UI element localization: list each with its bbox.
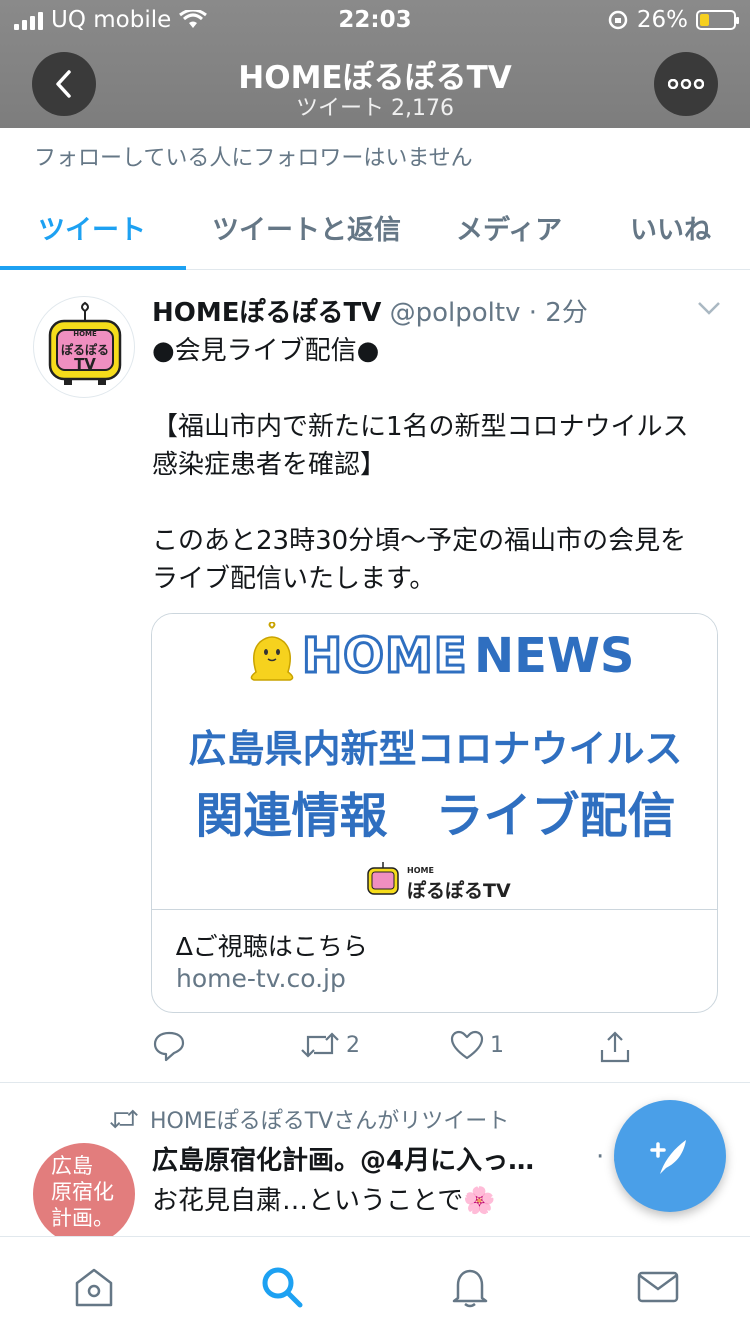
card-brand-left: HOME xyxy=(301,627,469,686)
follower-note: フォローしている人にフォロワーはいません xyxy=(34,146,473,171)
link-card[interactable]: HOME NEWS 広島県内新型コロナウイルス 関連情報 ライブ配信 HOME … xyxy=(151,613,718,1013)
like-button[interactable]: 1 xyxy=(450,1030,504,1060)
tweet-actions: 2 1 xyxy=(152,1030,712,1066)
reply-button[interactable] xyxy=(152,1030,186,1062)
like-icon xyxy=(450,1030,484,1060)
share-button[interactable] xyxy=(598,1030,632,1064)
tweet-time: 2分 xyxy=(545,298,588,328)
retweet-icon xyxy=(301,1032,339,1058)
orientation-lock-icon xyxy=(608,10,628,30)
retweet-small-icon xyxy=(110,1109,138,1129)
meta-separator: · xyxy=(520,298,546,328)
nav-messages[interactable] xyxy=(636,1265,680,1309)
compose-button[interactable] xyxy=(614,1100,726,1212)
search-icon xyxy=(262,1267,303,1308)
retweet-button[interactable]: 2 xyxy=(300,1030,360,1060)
nav-search[interactable] xyxy=(260,1265,304,1309)
notifications-icon xyxy=(452,1269,488,1308)
more-button[interactable] xyxy=(654,52,718,116)
card-image: HOME NEWS 広島県内新型コロナウイルス 関連情報 ライブ配信 HOME … xyxy=(152,614,717,910)
avatar2-line3: 計画。 xyxy=(51,1206,114,1230)
bottom-nav xyxy=(0,1236,750,1334)
avatar-2[interactable]: 広島 原宿化 計画。 xyxy=(33,1143,135,1245)
avatar-text-top: HOME xyxy=(73,330,97,338)
card-description: ∆ご視聴はこちら xyxy=(176,932,368,961)
tweet2-text: お花見自粛…ということで🌸 xyxy=(152,1186,496,1216)
avatar2-line2: 原宿化 xyxy=(51,1180,114,1204)
avatar2-line1: 広島 xyxy=(51,1154,93,1178)
battery-icon xyxy=(696,10,739,30)
retweet-count: 2 xyxy=(346,1032,360,1058)
retweet-context: HOMEぽるぽるTVさんがリツイート xyxy=(108,1103,509,1135)
author-handle[interactable]: @polpoltv xyxy=(390,298,521,328)
active-tab-indicator xyxy=(0,266,186,270)
profile-header: UQ mobile 22:03 26% HOMEぽるぽるTV ツイート 2,17… xyxy=(0,0,750,128)
tab-tweets[interactable]: ツイート xyxy=(38,208,146,247)
tweet-text: ●会見ライブ配信● 【福山市内で新たに1名の新型コロナウイルス感染症患者を確認】… xyxy=(152,336,689,594)
tab-tweets-and-replies[interactable]: ツイートと返信 xyxy=(212,208,401,247)
card-brand-right: NEWS xyxy=(474,628,635,684)
status-right: 26% xyxy=(607,7,739,33)
more-dots-icon xyxy=(668,79,704,89)
nav-notifications[interactable] xyxy=(448,1265,492,1309)
tweet-divider xyxy=(0,1082,750,1083)
messages-icon xyxy=(637,1271,679,1303)
tab-likes[interactable]: いいね xyxy=(630,208,711,247)
card-small-logo-top: HOME xyxy=(407,866,434,875)
tab-media[interactable]: メディア xyxy=(456,208,562,247)
status-bar: UQ mobile 22:03 26% xyxy=(0,0,750,40)
author-name[interactable]: HOMEぽるぽるTV xyxy=(152,298,381,328)
card-headline-1: 広島県内新型コロナウイルス xyxy=(188,727,683,771)
share-icon xyxy=(600,1031,630,1063)
avatar[interactable]: HOME ぽるぽる TV xyxy=(33,296,135,398)
avatar-text-bottom: TV xyxy=(74,355,96,373)
small-tv-logo-icon xyxy=(367,862,399,895)
tweet2-header[interactable]: 広島原宿化計画。@4月に入っ… xyxy=(152,1140,534,1177)
profile-tabs: ツイート ツイートと返信 メディア いいね xyxy=(0,190,750,270)
chevron-down-icon[interactable] xyxy=(697,300,721,316)
reply-icon xyxy=(153,1031,185,1062)
tweet-count: ツイート 2,176 xyxy=(296,96,454,121)
card-domain: home-tv.co.jp xyxy=(176,964,346,993)
nav-home[interactable] xyxy=(72,1265,116,1309)
card-headline-2: 関連情報 ライブ配信 xyxy=(195,788,676,844)
compose-icon xyxy=(650,1140,686,1174)
retweet-context-label[interactable]: HOMEぽるぽるTVさんがリツイート xyxy=(150,1103,509,1135)
home-icon xyxy=(75,1268,113,1307)
like-count: 1 xyxy=(490,1032,504,1058)
tweet-header: HOMEぽるぽるTV @polpoltv · 2分 xyxy=(152,292,588,329)
mascot-icon xyxy=(250,622,294,681)
card-small-logo-main: ぽるぽるTV xyxy=(407,880,511,902)
battery-percent: 26% xyxy=(636,7,688,33)
